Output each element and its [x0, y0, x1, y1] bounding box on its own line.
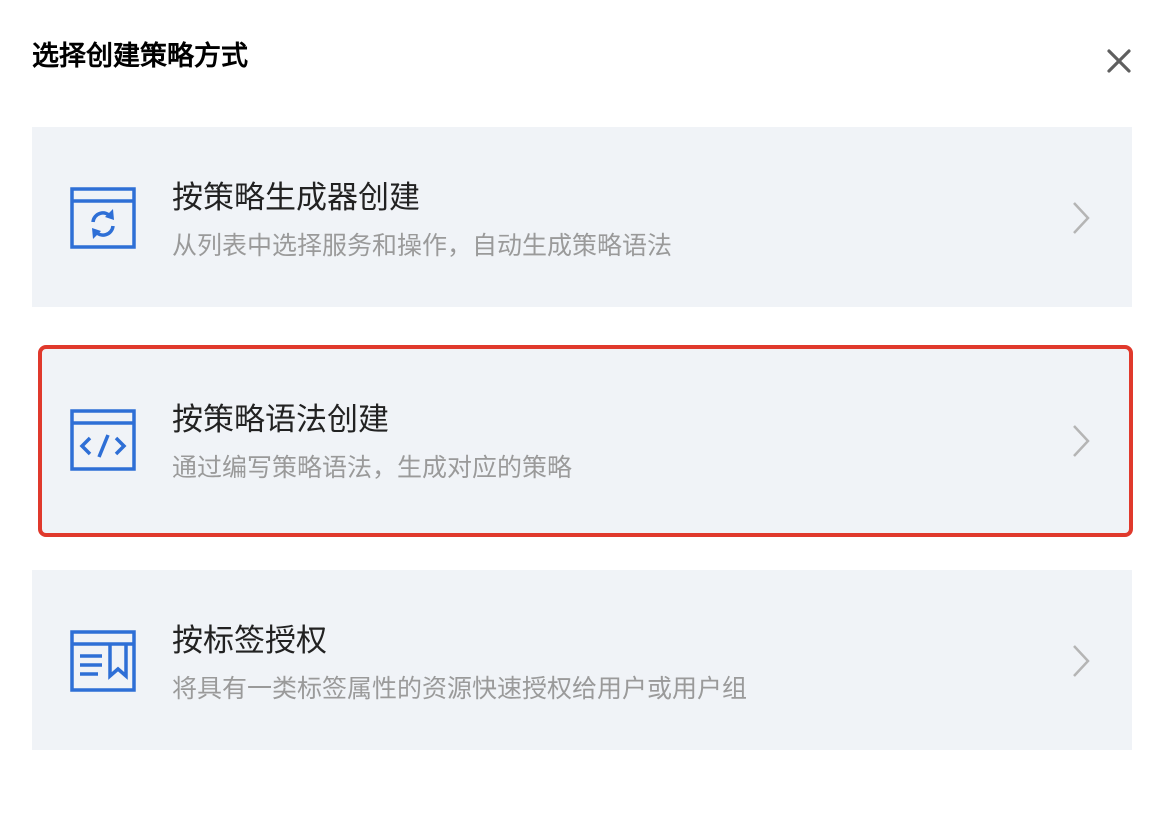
refresh-window-icon — [70, 187, 136, 249]
option-title: 按标签授权 — [172, 623, 327, 659]
option-policy-generator[interactable]: 按策略生成器创建 从列表中选择服务和操作，自动生成策略语法 — [32, 127, 1132, 307]
option-tag-authorization[interactable]: 按标签授权 将具有一类标签属性的资源快速授权给用户或用户组 — [32, 570, 1132, 750]
tag-document-icon — [70, 630, 136, 692]
option-title: 按策略语法创建 — [172, 402, 389, 438]
code-window-icon — [70, 409, 136, 471]
close-icon — [1107, 49, 1131, 73]
option-description: 从列表中选择服务和操作，自动生成策略语法 — [172, 231, 673, 260]
chevron-right-icon — [1073, 645, 1090, 677]
option-description: 通过编写策略语法，生成对应的策略 — [172, 453, 573, 482]
option-title: 按策略生成器创建 — [172, 180, 420, 216]
option-description: 将具有一类标签属性的资源快速授权给用户或用户组 — [172, 674, 748, 703]
close-button[interactable] — [1100, 42, 1138, 80]
chevron-right-icon — [1073, 202, 1090, 234]
chevron-right-icon — [1073, 425, 1090, 457]
option-policy-syntax[interactable]: 按策略语法创建 通过编写策略语法，生成对应的策略 — [38, 345, 1133, 537]
dialog-title: 选择创建策略方式 — [32, 41, 248, 72]
